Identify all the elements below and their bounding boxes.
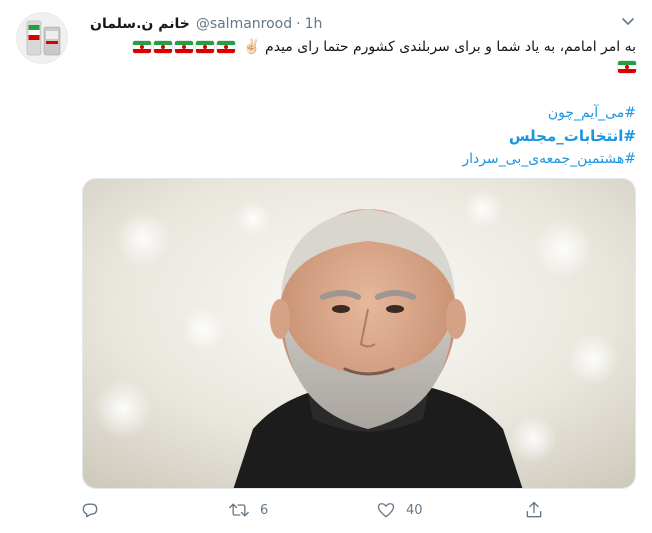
- retweet-count: 6: [260, 502, 269, 518]
- flag-emoji-row: [132, 41, 235, 53]
- flag-emoji-line: [96, 60, 636, 78]
- tweet-header: خانم ن.سلمان @salmanrood · 1h: [90, 14, 322, 34]
- reply-button[interactable]: [80, 500, 110, 520]
- tweet-text: به امر امامم، به یاد شما و برای سربلندی …: [96, 38, 636, 78]
- hashtag-list: #می_آیم_چون #انتخابات_مجلس #هشتمین_جمعه‌…: [462, 102, 636, 171]
- hashtag-link[interactable]: #هشتمین_جمعه‌ی_بی_سردار: [462, 148, 636, 171]
- like-button[interactable]: 40: [376, 500, 423, 520]
- separator-dot: ·: [296, 16, 301, 32]
- iran-flag-icon: [195, 41, 214, 53]
- hashtag-link[interactable]: #می_آیم_چون: [462, 102, 636, 125]
- avatar[interactable]: [16, 12, 68, 64]
- iran-flag-icon: [216, 41, 235, 53]
- iran-flag-icon: [132, 41, 151, 53]
- tweet-card[interactable]: خانم ن.سلمان @salmanrood · 1h به امر اما…: [0, 0, 652, 533]
- timestamp[interactable]: 1h: [305, 16, 323, 32]
- heart-icon: [377, 503, 395, 518]
- tweet-text-content: به امر امامم، به یاد شما و برای سربلندی …: [243, 39, 636, 55]
- iran-flag-icon: [174, 41, 193, 53]
- avatar-image: [17, 13, 67, 63]
- chevron-down-icon: [622, 18, 634, 25]
- reply-icon: [82, 503, 98, 518]
- like-count: 40: [406, 502, 423, 518]
- retweet-icon: [229, 503, 249, 517]
- display-name[interactable]: خانم ن.سلمان: [90, 16, 190, 32]
- iran-flag-icon: [618, 61, 636, 73]
- tweet-actions: 6 40: [80, 500, 550, 526]
- portrait-photo: [83, 179, 635, 488]
- tweet-photo[interactable]: [82, 178, 636, 489]
- share-icon: [526, 501, 542, 518]
- share-button[interactable]: [524, 500, 544, 520]
- hashtag-link[interactable]: #انتخابات_مجلس: [462, 125, 636, 148]
- retweet-button[interactable]: 6: [228, 500, 268, 520]
- tweet-menu-button[interactable]: [616, 12, 640, 32]
- iran-flag-icon: [153, 41, 172, 53]
- user-handle[interactable]: @salmanrood: [196, 16, 292, 32]
